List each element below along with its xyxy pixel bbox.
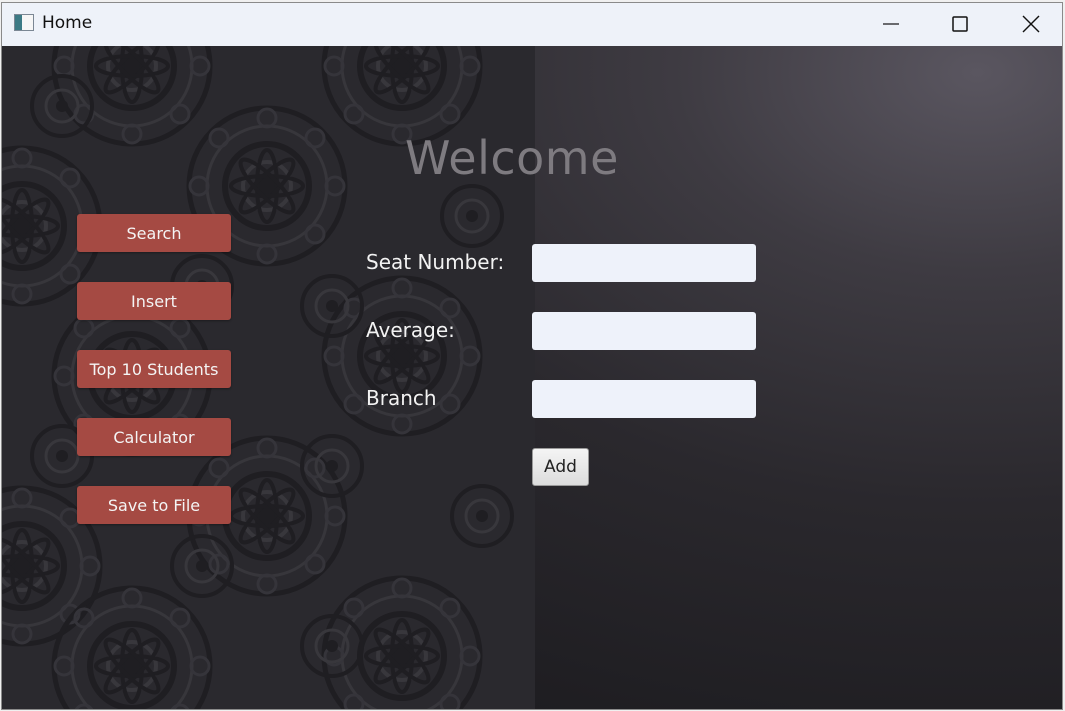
window-title: Home — [42, 13, 93, 33]
average-input[interactable] — [532, 312, 756, 350]
top-10-students-button[interactable]: Top 10 Students — [77, 350, 231, 388]
branch-input[interactable] — [532, 380, 756, 418]
app-window-icon — [14, 14, 34, 31]
minimize-icon — [883, 23, 899, 25]
insert-button[interactable]: Insert — [77, 282, 231, 320]
seat-number-label: Seat Number: — [366, 250, 505, 274]
close-icon — [1022, 15, 1040, 33]
search-button[interactable]: Search — [77, 214, 231, 252]
welcome-heading: Welcome — [405, 131, 619, 185]
app-window: Home Search Insert Top 10 Students Calcu… — [1, 2, 1063, 710]
save-to-file-button[interactable]: Save to File — [77, 486, 231, 524]
minimize-button[interactable] — [868, 3, 914, 46]
add-button[interactable]: Add — [532, 448, 589, 486]
calculator-button[interactable]: Calculator — [77, 418, 231, 456]
main-content: Search Insert Top 10 Students Calculator… — [2, 46, 1062, 709]
average-label: Average: — [366, 318, 455, 342]
close-button[interactable] — [1008, 3, 1054, 46]
branch-label: Branch — [366, 386, 437, 410]
seat-number-input[interactable] — [532, 244, 756, 282]
title-bar[interactable]: Home — [2, 3, 1062, 46]
maximize-button[interactable] — [937, 3, 983, 46]
maximize-icon — [952, 16, 968, 32]
